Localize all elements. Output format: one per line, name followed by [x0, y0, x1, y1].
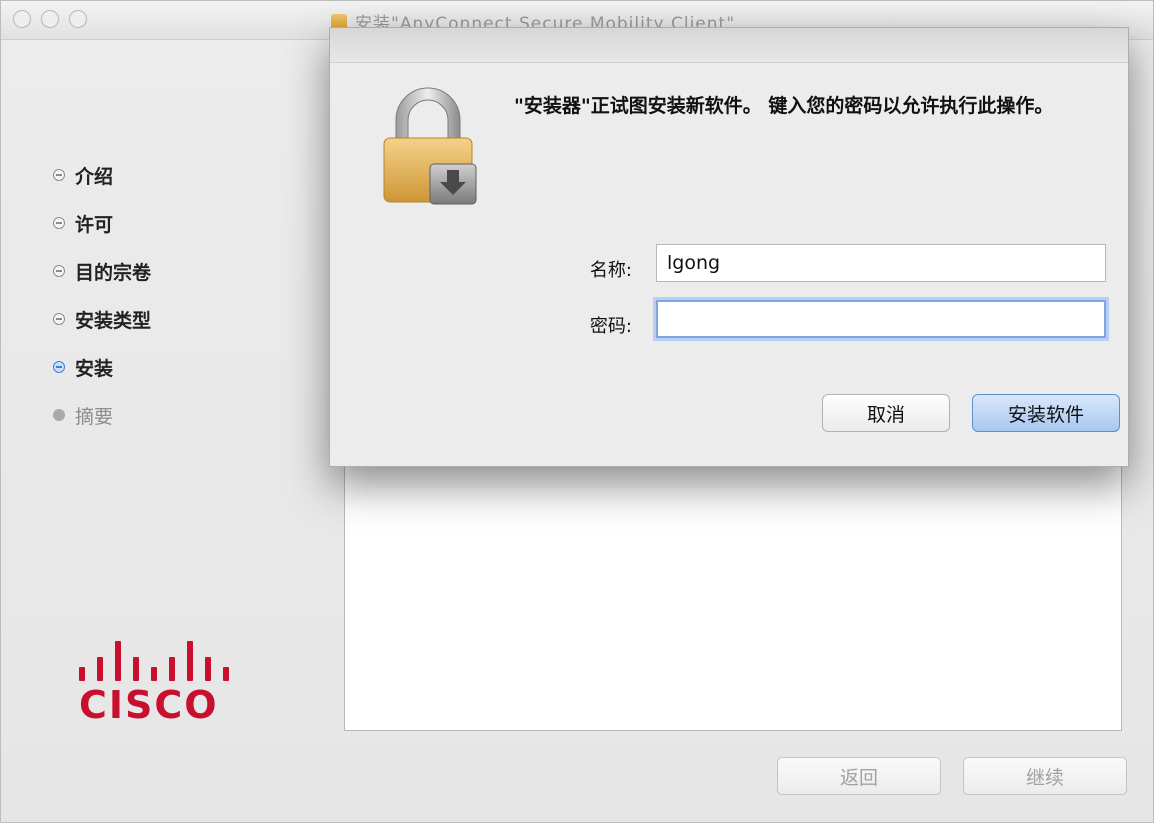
minimize-window-button[interactable] — [41, 10, 59, 28]
name-field[interactable] — [656, 244, 1106, 282]
password-label: 密码: — [589, 316, 632, 337]
step-item-summary: 摘要 — [53, 391, 151, 439]
install-software-button[interactable]: 安装软件 — [972, 394, 1120, 432]
installer-window: 安装"AnyConnect Secure Mobility Client" 介绍… — [0, 0, 1154, 823]
step-done-icon — [53, 217, 65, 229]
step-item-introduction: 介绍 — [53, 151, 151, 199]
continue-button[interactable]: 继续 — [963, 757, 1127, 795]
step-label: 摘要 — [75, 405, 114, 428]
cancel-button[interactable]: 取消 — [822, 394, 950, 432]
step-label: 安装 — [75, 357, 114, 380]
step-item-installation-type: 安装类型 — [53, 295, 151, 343]
auth-message: "安装器"正试图安装新软件。 键入您的密码以允许执行此操作。 — [514, 95, 1054, 117]
step-done-icon — [53, 313, 65, 325]
step-active-icon — [53, 361, 65, 373]
install-content-pane — [344, 441, 1122, 731]
step-label: 许可 — [75, 213, 114, 236]
auth-dialog: "安装器"正试图安装新软件。 键入您的密码以允许执行此操作。 名称: 密码: 取… — [329, 27, 1129, 467]
close-window-button[interactable] — [13, 10, 31, 28]
step-item-install: 安装 — [53, 343, 151, 391]
dialog-header-strip — [330, 28, 1128, 63]
step-label: 目的宗卷 — [75, 261, 152, 284]
step-done-icon — [53, 265, 65, 277]
step-item-license: 许可 — [53, 199, 151, 247]
installer-steps-sidebar: 介绍 许可 目的宗卷 安装类型 安装 摘要 — [53, 151, 151, 439]
name-label: 名称: — [589, 260, 632, 281]
step-item-destination: 目的宗卷 — [53, 247, 151, 295]
cisco-bars-icon — [79, 633, 259, 681]
cisco-wordmark: CISCO — [79, 683, 219, 727]
lock-icon — [383, 87, 477, 205]
step-label: 介绍 — [75, 165, 114, 188]
step-label: 安装类型 — [75, 309, 152, 332]
password-field[interactable] — [656, 300, 1106, 338]
step-done-icon — [53, 169, 65, 181]
cisco-logo: CISCO — [79, 633, 259, 733]
back-button[interactable]: 返回 — [777, 757, 941, 795]
zoom-window-button[interactable] — [69, 10, 87, 28]
step-pending-icon — [53, 409, 65, 421]
